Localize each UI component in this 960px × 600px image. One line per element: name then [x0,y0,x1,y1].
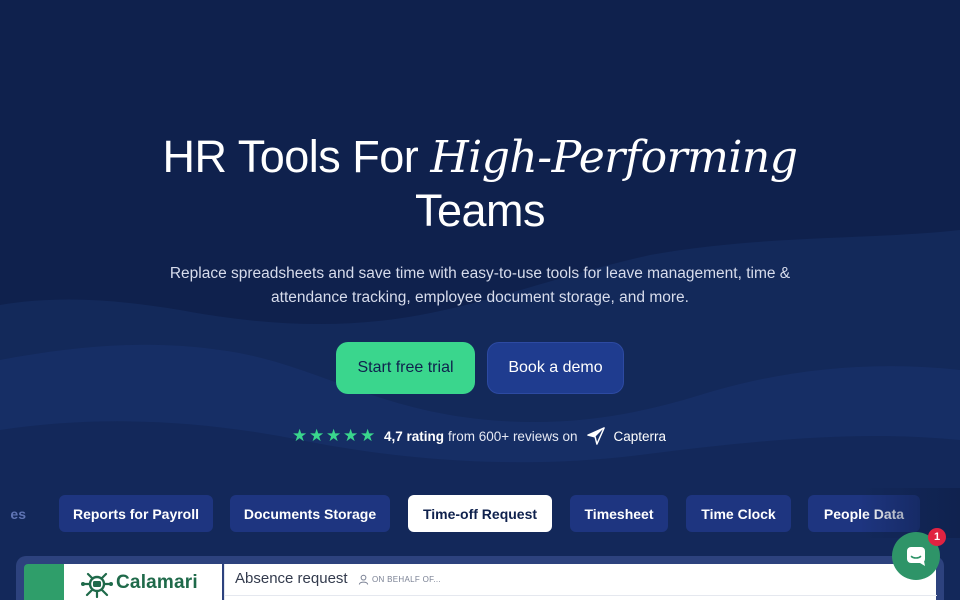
book-demo-button[interactable]: Book a demo [487,342,624,394]
headline-prefix: HR Tools For [162,131,419,182]
star-icon: ★ [309,426,325,445]
tab-time-off-request[interactable]: Time-off Request [408,495,552,532]
rating-stars: ★ ★ ★ ★ ★ [292,426,376,445]
star-icon: ★ [326,426,342,445]
tab-documents-storage[interactable]: Documents Storage [230,495,390,532]
star-icon: ★ [343,426,359,445]
rating-score: 4,7 rating [384,428,445,444]
tab-time-clock[interactable]: Time Clock [686,495,791,532]
app-main-panel: Absence request ON BEHALF OF... [224,564,937,600]
tab-reports-for-payroll[interactable]: Reports for Payroll [59,495,213,532]
star-icon: ★ [292,426,308,445]
tab-partial-left[interactable]: es [0,495,26,532]
hero-subtitle: Replace spreadsheets and save time with … [169,265,791,306]
start-free-trial-button[interactable]: Start free trial [336,342,475,394]
absence-request-title: Absence request [235,570,348,587]
tab-people-data[interactable]: People Data [808,495,920,532]
user-icon [358,574,369,585]
app-logo-area: Calamari [64,564,222,600]
capterra-label: Capterra [613,428,666,444]
app-sidebar [24,564,64,600]
star-icon: ★ [360,426,376,445]
rating-row: ★ ★ ★ ★ ★ 4,7 rating from 600+ reviews o… [292,425,666,447]
rating-reviews: from 600+ reviews on [448,428,578,444]
calamari-logo-icon [81,572,113,598]
brand-name: Calamari [116,572,198,593]
headline-accent: High-Performing [430,132,798,183]
on-behalf-label: ON BEHALF OF... [372,575,441,584]
chat-launcher-button[interactable]: 1 [892,528,946,580]
feature-tabs: es Reports for Payroll Documents Storage… [0,495,960,532]
on-behalf-selector[interactable]: ON BEHALF OF... [358,574,441,585]
chat-notification-badge: 1 [928,528,946,546]
capterra-logo-icon [587,427,606,445]
app-preview: Calamari Absence request ON BEHALF OF... [16,556,944,600]
chat-bubble-icon [907,547,925,566]
hero-headline: HR Tools For High-Performing Teams [0,130,960,237]
headline-suffix: Teams [414,185,546,236]
divider [225,595,937,596]
tab-timesheet[interactable]: Timesheet [570,495,668,532]
capterra-link[interactable]: Capterra [587,427,666,445]
